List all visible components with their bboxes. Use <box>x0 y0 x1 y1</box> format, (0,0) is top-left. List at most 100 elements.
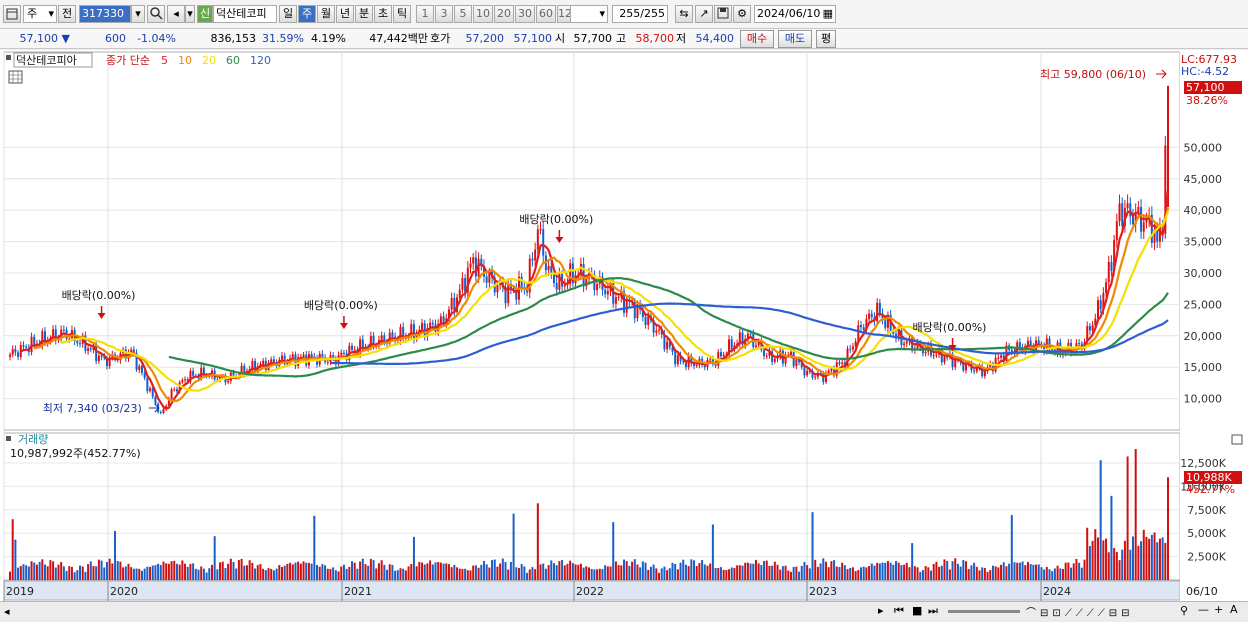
volume-bar <box>644 562 647 580</box>
save-icon[interactable] <box>714 5 732 23</box>
type-select[interactable]: 주 ▾ <box>23 5 57 23</box>
sell-button[interactable]: 매도 <box>778 30 812 48</box>
search-icon[interactable] <box>147 5 165 23</box>
high-annotation: 최고 59,800 (06/10) <box>1040 68 1146 81</box>
volume-bar <box>60 562 63 580</box>
period-2[interactable]: 월 <box>317 5 335 23</box>
volume-bar <box>1145 536 1148 580</box>
code-dropdown-icon[interactable]: ▾ <box>131 5 145 23</box>
volume-bar <box>932 563 935 580</box>
dividend-annotation: 배당락(0.00%) <box>913 321 987 334</box>
period-0[interactable]: 일 <box>279 5 297 23</box>
volume-bar <box>736 565 739 580</box>
volume-bar <box>1134 449 1137 580</box>
code-input[interactable]: 317330 <box>79 5 131 23</box>
volume-bar <box>114 530 117 580</box>
candle-body <box>62 329 65 331</box>
volume-bar <box>1121 549 1124 580</box>
candle-body <box>154 396 157 404</box>
prev-button[interactable]: 전 <box>58 5 76 23</box>
interval-1[interactable]: 1 <box>416 5 434 23</box>
y-tick-label: 35,000 <box>1184 236 1223 249</box>
speaker-icon[interactable]: ◂ <box>167 5 185 23</box>
volume-bar <box>943 559 946 580</box>
forward-icon[interactable]: ⏭ <box>928 604 938 618</box>
zoom-slider[interactable] <box>948 610 1020 613</box>
speaker-dropdown-icon[interactable]: ▾ <box>185 5 195 23</box>
interval-5[interactable]: 5 <box>454 5 472 23</box>
period-4[interactable]: 분 <box>355 5 373 23</box>
legend-ma-title: 종가 단순 <box>106 54 150 67</box>
scroll-right-icon[interactable]: ▸ <box>878 604 884 617</box>
trend-icon[interactable]: ↗ <box>695 5 713 23</box>
volume-bar <box>429 560 432 580</box>
stock-chart[interactable]: 10,000 15,000 20,000 25,000 30,000 35,000 40,0… <box>0 50 1248 601</box>
volume-bar <box>897 562 900 580</box>
interval-3[interactable]: 3 <box>435 5 453 23</box>
compare-icon[interactable]: ⇆ <box>675 5 693 23</box>
volume-bar <box>22 564 25 580</box>
volume-bar <box>62 566 65 580</box>
stop-icon[interactable]: ■ <box>912 604 922 617</box>
gear-icon[interactable]: ⚙ <box>733 5 751 23</box>
volume-bar <box>278 565 281 580</box>
volume-bar <box>991 565 994 580</box>
blank-select[interactable]: ▾ <box>570 5 608 23</box>
volume-bar <box>808 568 811 580</box>
volume-bar <box>143 568 146 580</box>
eval-button[interactable]: 평 <box>816 30 836 48</box>
volume-bar <box>68 566 71 580</box>
volume-bar <box>1115 552 1118 580</box>
interval-10[interactable]: 10 <box>473 5 493 23</box>
volume-bar <box>95 566 98 580</box>
layout-icon[interactable] <box>3 5 21 23</box>
volume-bar <box>291 564 294 580</box>
interval-30[interactable]: 30 <box>515 5 535 23</box>
period-1[interactable]: 주 <box>298 5 316 23</box>
volume-bar <box>202 568 205 580</box>
volume-bar <box>951 561 954 580</box>
candle-body <box>943 356 946 363</box>
volume-bar <box>1105 538 1108 580</box>
volume-bar <box>757 563 760 580</box>
interval-60[interactable]: 60 <box>536 5 556 23</box>
volume-bar <box>614 561 617 580</box>
rewind-icon[interactable]: ⏮ <box>894 604 904 618</box>
magnify-icon[interactable]: ⚲ <box>1180 604 1188 617</box>
scroll-left-icon[interactable]: ◂ <box>4 605 10 618</box>
interval-20[interactable]: 20 <box>494 5 514 23</box>
table-icon <box>8 70 23 84</box>
volume-bar <box>89 561 92 580</box>
volume-bar <box>175 563 178 580</box>
volume-bar <box>504 562 507 580</box>
volume-bar <box>41 559 44 580</box>
volume-bar <box>569 560 572 580</box>
period-3[interactable]: 년 <box>336 5 354 23</box>
volume-bar <box>194 568 197 580</box>
volume-bar <box>585 566 588 580</box>
volume-bar <box>482 560 485 580</box>
text-tool-icon[interactable]: A <box>1230 603 1238 616</box>
drawing-tools-icon[interactable]: ⌒⊟⊡⟋⟋⟋⟋⊟⊟ <box>1026 604 1134 619</box>
volume-bar <box>310 563 313 580</box>
volume-bar <box>679 562 682 580</box>
chevron-down-icon: ▾ <box>599 7 605 20</box>
zoom-out-icon[interactable]: — <box>1198 603 1209 616</box>
date-field[interactable]: 2024/06/10 ▦ <box>754 5 836 23</box>
candle-body <box>1126 203 1129 208</box>
dividend-annotation: 배당락(0.00%) <box>304 299 378 312</box>
volume-bar <box>210 564 213 580</box>
zoom-in-icon[interactable]: + <box>1214 603 1223 616</box>
period-6[interactable]: 틱 <box>393 5 411 23</box>
volume-bar <box>698 563 701 580</box>
period-5[interactable]: 초 <box>374 5 392 23</box>
low-annotation: 최저 7,340 (03/23) <box>43 402 142 415</box>
candle-body <box>412 324 415 340</box>
buy-button[interactable]: 매수 <box>740 30 774 48</box>
candle-body <box>1029 340 1032 346</box>
volume-bar <box>1032 564 1035 580</box>
volume-bar <box>571 563 574 580</box>
candle-body <box>14 349 17 353</box>
volume-bar <box>703 564 706 580</box>
volume-bar <box>574 564 577 580</box>
